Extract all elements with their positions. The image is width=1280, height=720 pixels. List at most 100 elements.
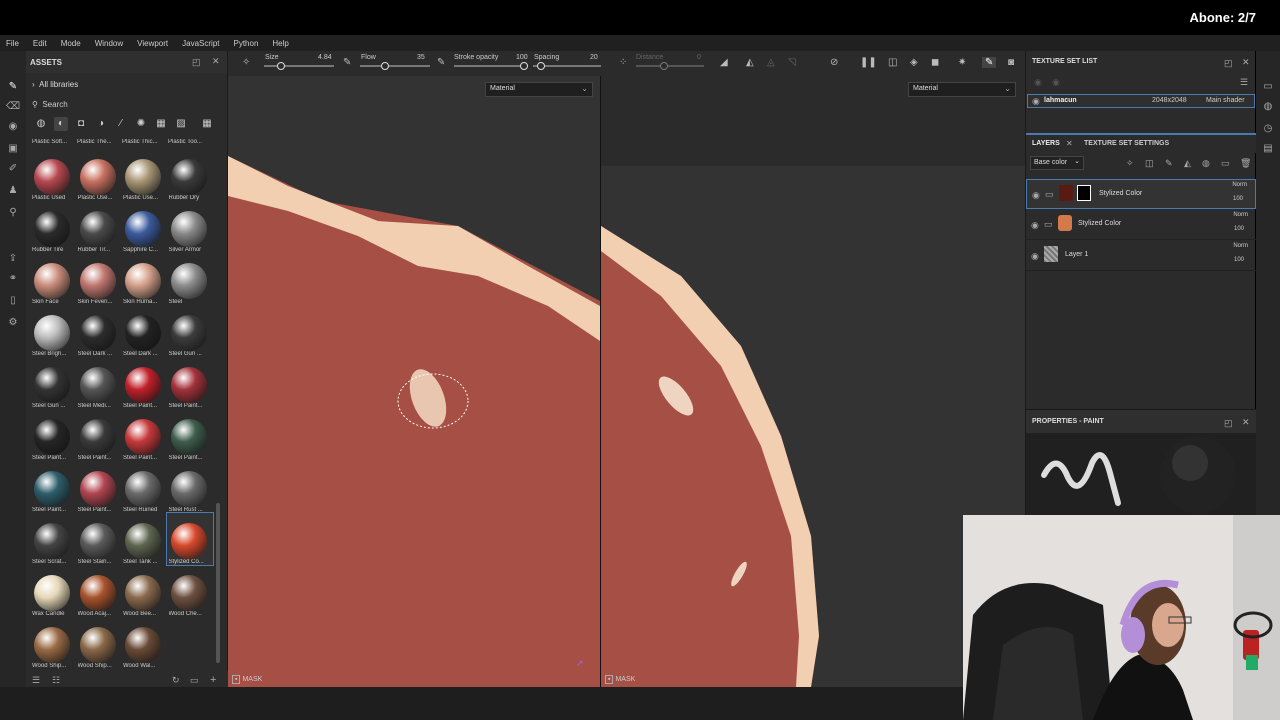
link-icon[interactable]: ◉ — [1052, 77, 1060, 88]
viewport-3d[interactable]: ↗ Material ⌄ ▪ MASK — [228, 76, 600, 687]
layer-opacity[interactable]: 100 — [1234, 257, 1244, 263]
channel-dropdown[interactable]: Base color ⌄ — [1030, 156, 1084, 170]
close-icon[interactable]: ✕ — [212, 56, 220, 67]
menu-file[interactable]: File — [6, 39, 19, 48]
filter-alpha-icon[interactable]: ▦ — [154, 117, 168, 131]
layers-icon[interactable]: ◍ — [1261, 101, 1275, 113]
dynamic-stroke-icon[interactable]: ⊘ — [830, 57, 838, 68]
delete-icon[interactable]: 🗑 — [1240, 158, 1251, 169]
material-item[interactable]: Stylized Co... — [165, 512, 214, 566]
material-item[interactable]: Plastic Use... — [76, 149, 122, 201]
material-item[interactable]: Rubber Tire — [30, 201, 76, 253]
layer-row[interactable]: ◉ ▭ Stylized Color Norm 100 — [1026, 179, 1256, 209]
bake-icon[interactable]: ⇪ — [6, 253, 20, 265]
layer-opacity[interactable]: 100 — [1234, 226, 1244, 232]
cube-icon[interactable]: ◈ — [910, 57, 918, 68]
flow-slider[interactable] — [360, 65, 430, 67]
material-item[interactable]: Steel Paint... — [76, 461, 122, 513]
material-item[interactable]: Steel Medi... — [76, 357, 122, 409]
screenshot-icon[interactable]: ◙ — [1008, 57, 1014, 68]
mask-add-icon[interactable]: ◫ — [1145, 158, 1154, 169]
add-icon[interactable]: + — [210, 674, 216, 686]
material-item[interactable]: Skin Huma... — [121, 253, 167, 305]
sort-icon[interactable]: ☰ — [32, 675, 40, 686]
mirror-z-icon[interactable]: ◹ — [788, 57, 796, 68]
mask-toggle-left[interactable]: ▪ MASK — [232, 675, 262, 684]
opacity-value[interactable]: 100 — [516, 54, 528, 61]
effects-icon[interactable]: ✧ — [1126, 158, 1134, 169]
selection-icon[interactable]: ⚭ — [6, 273, 20, 285]
filter-icon[interactable]: ☷ — [52, 675, 60, 686]
tab-texture-set-settings[interactable]: TEXTURE SET SETTINGS — [1084, 140, 1169, 147]
paint-tool-icon[interactable]: ✎ — [6, 81, 20, 93]
folder-icon[interactable]: ▭ — [1221, 158, 1230, 169]
material-item[interactable]: Silver Armor — [167, 201, 213, 253]
menu-python[interactable]: Python — [234, 39, 259, 48]
projection-tool-icon[interactable]: ◉ — [6, 121, 20, 133]
material-item[interactable]: Steel Paint... — [121, 409, 167, 461]
render-icon[interactable]: ✷ — [958, 57, 966, 68]
material-item[interactable]: Wood Acaj... — [76, 565, 122, 617]
menu-help[interactable]: Help — [272, 39, 288, 48]
clone-tool-icon[interactable]: ♟ — [6, 185, 20, 197]
eye-icon[interactable]: ◉ — [1032, 96, 1040, 107]
eraser-tool-icon[interactable]: ⌫ — [6, 101, 20, 113]
material-item[interactable]: Sapphire C... — [121, 201, 167, 253]
material-item[interactable]: Steel Gun ... — [30, 357, 76, 409]
material-item[interactable]: Rubber Dry — [167, 149, 213, 201]
filter-brush-icon[interactable]: ⁄ — [114, 117, 128, 131]
import-icon[interactable]: ▭ — [190, 675, 199, 686]
eye-icon[interactable]: ◉ — [1031, 251, 1039, 262]
menu-window[interactable]: Window — [95, 39, 123, 48]
material-item[interactable]: Wood Che... — [167, 565, 213, 617]
size-value[interactable]: 4.84 — [318, 54, 332, 61]
material-item[interactable]: Steel Paint... — [30, 409, 76, 461]
eye-icon[interactable]: ◉ — [1032, 190, 1040, 201]
material-item[interactable]: Skin Face — [30, 253, 76, 305]
texture-set-row[interactable]: ◉ lahmacun 2048x2048 Main shader — [1027, 94, 1255, 108]
menu-mode[interactable]: Mode — [61, 39, 81, 48]
filter-environment-icon[interactable]: ▨ — [174, 117, 188, 131]
paint-layer-icon[interactable]: ✎ — [1165, 158, 1173, 169]
right-material-dropdown[interactable]: Material ⌄ — [908, 82, 1016, 97]
picker-tool-icon[interactable]: ⚲ — [6, 207, 20, 219]
distance-value[interactable]: 0 — [697, 54, 701, 61]
mask-thumbnail[interactable] — [1077, 185, 1091, 201]
material-item[interactable]: Steel Paint... — [121, 357, 167, 409]
distance-slider[interactable] — [636, 65, 704, 67]
eye-icon[interactable]: ◉ — [1031, 220, 1039, 231]
material-item[interactable]: Wood Ship... — [30, 617, 76, 669]
filter-texture-icon[interactable]: ◘ — [74, 117, 88, 131]
material-item[interactable]: Steel Gun ... — [167, 305, 213, 357]
export-icon[interactable]: ▯ — [6, 295, 20, 307]
undock-icon[interactable]: ◰ — [192, 57, 201, 68]
material-item[interactable]: Steel Ruined — [121, 461, 167, 513]
distance-knob[interactable] — [660, 62, 668, 70]
material-item[interactable]: Rubber Tir... — [76, 201, 122, 253]
library-selector[interactable]: › All libraries — [32, 80, 78, 89]
menu-javascript[interactable]: JavaScript — [182, 39, 219, 48]
filter-smart-icon[interactable]: ◑ — [94, 117, 108, 131]
left-material-dropdown[interactable]: Material ⌄ — [485, 82, 593, 97]
material-item[interactable]: Wood Wal... — [121, 617, 167, 669]
assets-scrollbar[interactable] — [216, 503, 220, 663]
layer-row[interactable]: ◉ Layer 1 Norm 100 — [1026, 241, 1256, 271]
size-pressure-icon[interactable]: ✎ — [343, 57, 351, 68]
material-item[interactable]: Steel Scrat... — [30, 513, 76, 565]
material-item[interactable]: Steel Dark ... — [121, 305, 167, 357]
asset-search[interactable]: ⚲ Search — [32, 100, 68, 109]
layer-blend[interactable]: Norm — [1233, 212, 1248, 218]
undock-icon[interactable]: ◰ — [1224, 58, 1233, 69]
display-settings-icon[interactable]: ▤ — [1261, 143, 1275, 155]
size-knob[interactable] — [277, 62, 285, 70]
material-item[interactable]: Steel Paint... — [30, 461, 76, 513]
material-item[interactable]: Steel Dark ... — [76, 305, 122, 357]
texture-set-list-icon[interactable]: ▭ — [1261, 81, 1275, 93]
undock-icon[interactable]: ◰ — [1224, 418, 1233, 429]
settings-tool-icon[interactable]: ⚙ — [6, 317, 20, 329]
viewport-2d[interactable]: Material ⌄ ▪ MASK — [601, 76, 1025, 687]
flow-knob[interactable] — [381, 62, 389, 70]
geometry-mask-icon[interactable]: ▣ — [6, 143, 20, 155]
fill-layer-icon[interactable]: ◭ — [1184, 158, 1191, 169]
pause-icon[interactable]: ❚❚ — [860, 57, 877, 68]
